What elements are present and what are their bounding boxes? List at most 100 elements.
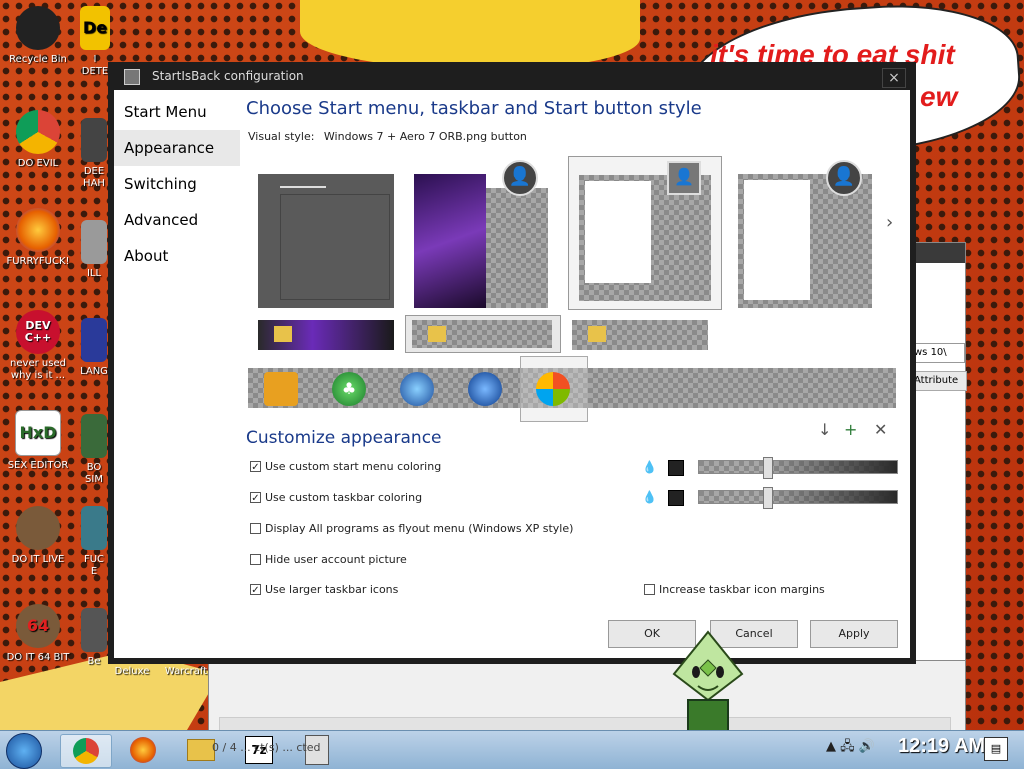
start-button-style-win7[interactable] bbox=[468, 372, 502, 406]
checkbox-hide-user-picture[interactable]: Hide user account picture bbox=[250, 553, 407, 566]
start-button[interactable] bbox=[6, 733, 42, 769]
horizontal-scrollbar[interactable] bbox=[219, 717, 951, 731]
checkbox-box[interactable] bbox=[250, 523, 261, 534]
start-button-style-clover[interactable]: ♣ bbox=[332, 372, 366, 406]
dev-cpp-icon: DEV C++ bbox=[16, 310, 60, 354]
desktop-icon-col2-5[interactable]: BO SIM bbox=[80, 414, 108, 486]
cartoon-character bbox=[668, 630, 748, 741]
desktop-icon-furryfuck[interactable]: FURRYFUCK! bbox=[2, 208, 74, 268]
volume-icon[interactable]: 🔊 bbox=[859, 739, 875, 754]
app-icon bbox=[81, 318, 107, 362]
apply-button[interactable]: Apply bbox=[810, 620, 898, 648]
checkbox-larger-taskbar-icons[interactable]: ✓ Use larger taskbar icons bbox=[250, 583, 398, 596]
desktop-icon-col2-2[interactable]: DEE HAH bbox=[80, 118, 108, 190]
desktop-icon-label: DO IT LIVE bbox=[11, 554, 65, 565]
taskbar-app-chrome[interactable] bbox=[60, 734, 112, 768]
desktop-icon-col2-6[interactable]: FUC E bbox=[80, 506, 108, 578]
download-icon[interactable]: ↓ bbox=[818, 420, 831, 439]
page-title: Choose Start menu, taskbar and Start but… bbox=[246, 98, 702, 119]
desktop-icon-label-2: E bbox=[90, 566, 98, 577]
desktop-icon-recycle-bin[interactable]: Recycle Bin bbox=[2, 6, 74, 66]
taskbar-app-firefox[interactable] bbox=[118, 734, 168, 766]
checkbox-box[interactable]: ✓ bbox=[250, 461, 261, 473]
checkbox-increase-icon-margins[interactable]: Increase taskbar icon margins bbox=[644, 583, 825, 596]
hxd-icon: HxD bbox=[15, 410, 61, 456]
wallpaper-yellow-shape bbox=[300, 0, 640, 70]
status-text: 0 / 4 ... ct(s) ... cted bbox=[212, 741, 321, 754]
start-style-windows-10[interactable] bbox=[258, 174, 394, 308]
desktop-icon-label: FUC bbox=[83, 554, 105, 565]
user-avatar-icon: 👤 bbox=[667, 161, 701, 195]
user-avatar-icon: 👤 bbox=[826, 160, 862, 196]
app-icon bbox=[81, 118, 107, 162]
taskbar-style-1[interactable] bbox=[258, 320, 394, 350]
network-icon[interactable]: 🖧 bbox=[840, 739, 855, 754]
notification-icon[interactable]: ▤ bbox=[984, 737, 1008, 761]
sidebar-item-about[interactable]: About bbox=[114, 238, 240, 274]
slider-thumb[interactable] bbox=[763, 457, 773, 479]
show-hidden-icons-chevron-icon[interactable]: ▲ bbox=[826, 739, 836, 754]
desktop-icon-col2-4[interactable]: LANG bbox=[80, 318, 108, 378]
transparency-drop-icon: 💧 bbox=[642, 490, 657, 504]
startisback-dialog: StartIsBack configuration × Start Menu A… bbox=[108, 62, 916, 664]
clock[interactable]: 12:19 AM bbox=[898, 735, 985, 758]
slider-gradient bbox=[767, 491, 897, 503]
start-style-windows-7-selected[interactable]: 👤 bbox=[568, 156, 722, 310]
portrait-icon bbox=[16, 506, 60, 550]
firefox-icon bbox=[16, 208, 60, 252]
start-button-style-win7-blue[interactable] bbox=[400, 372, 434, 406]
checkbox-custom-taskbar-coloring[interactable]: ✓ Use custom taskbar coloring bbox=[250, 491, 422, 504]
background-window-select[interactable]: ws 10\ bbox=[913, 343, 965, 363]
desktop-icon-do-evil[interactable]: DO EVIL bbox=[2, 110, 74, 170]
checkbox-box[interactable] bbox=[644, 584, 655, 595]
start-style-menu-pane bbox=[585, 181, 651, 283]
remove-icon[interactable]: ✕ bbox=[874, 420, 887, 439]
taskbar-style-3[interactable] bbox=[572, 320, 708, 350]
start-style-preview bbox=[414, 174, 486, 308]
checkbox-label: Increase taskbar icon margins bbox=[659, 583, 825, 596]
desktop-icon-do-it-64-bit[interactable]: 64 DO IT 64 BIT bbox=[2, 604, 74, 664]
de-app-icon: De bbox=[80, 6, 110, 50]
checkbox-flyout-all-programs[interactable]: Display All programs as flyout menu (Win… bbox=[250, 522, 573, 535]
next-styles-arrow-icon[interactable]: › bbox=[886, 212, 893, 233]
desktop-icon-col2-1[interactable]: De I DETE bbox=[80, 6, 110, 78]
taskbar-color-swatch[interactable] bbox=[668, 490, 684, 506]
folder-icon bbox=[274, 326, 292, 342]
dialog-titlebar: StartIsBack configuration × bbox=[108, 62, 916, 90]
desktop-icon-label: DO IT 64 BIT bbox=[6, 652, 70, 663]
start-menu-color-swatch[interactable] bbox=[668, 460, 684, 476]
sidebar-item-advanced[interactable]: Advanced bbox=[114, 202, 240, 238]
desktop-icon-label-2: DETE bbox=[81, 66, 109, 77]
desktop-icon-label-2: HAH bbox=[83, 178, 105, 189]
background-window-bottom bbox=[208, 660, 966, 734]
close-button[interactable]: × bbox=[882, 68, 906, 88]
desktop-icon-dev-cpp[interactable]: DEV C++ never used why is it ... bbox=[2, 310, 74, 382]
start-button-style-1[interactable] bbox=[264, 372, 298, 406]
desktop-icon-col2-3[interactable]: ILL bbox=[80, 220, 108, 280]
desktop-icon-hxd[interactable]: HxD SEX EDITOR bbox=[2, 410, 74, 472]
start-menu-transparency-slider[interactable] bbox=[698, 457, 898, 479]
dialog-title: StartIsBack configuration bbox=[152, 69, 304, 83]
start-style-menu-pane bbox=[744, 180, 810, 300]
taskbar-transparency-slider[interactable] bbox=[698, 487, 898, 509]
add-icon[interactable]: + bbox=[844, 420, 857, 439]
desktop-icon-label: DO EVIL bbox=[17, 158, 59, 169]
checkbox-box[interactable]: ✓ bbox=[250, 584, 261, 596]
taskbar-style-2-selected[interactable] bbox=[405, 315, 561, 353]
desktop-icon-do-it-live[interactable]: DO IT LIVE bbox=[2, 506, 74, 566]
sidebar-item-start-menu[interactable]: Start Menu bbox=[114, 94, 240, 130]
slider-thumb[interactable] bbox=[763, 487, 773, 509]
start-style-custom-image[interactable]: 👤 bbox=[414, 160, 548, 308]
desktop-icon-label-2: why is it ... bbox=[10, 370, 66, 381]
checkbox-custom-start-menu-coloring[interactable]: ✓ Use custom start menu coloring bbox=[250, 460, 441, 473]
start-style-windows-7-alt[interactable]: 👤 bbox=[738, 160, 872, 308]
sidebar-item-switching[interactable]: Switching bbox=[114, 166, 240, 202]
sidebar-item-appearance[interactable]: Appearance bbox=[114, 130, 240, 166]
desktop-icon-col2-7[interactable]: Be bbox=[80, 608, 108, 668]
checkbox-box[interactable] bbox=[250, 554, 261, 565]
checkbox-box[interactable]: ✓ bbox=[250, 492, 261, 504]
start-style-preview-line bbox=[280, 186, 326, 188]
recycle-bin-icon bbox=[16, 6, 60, 50]
attribute-button[interactable]: Attribute bbox=[913, 371, 967, 391]
start-button-style-aero-orb[interactable] bbox=[536, 372, 570, 406]
